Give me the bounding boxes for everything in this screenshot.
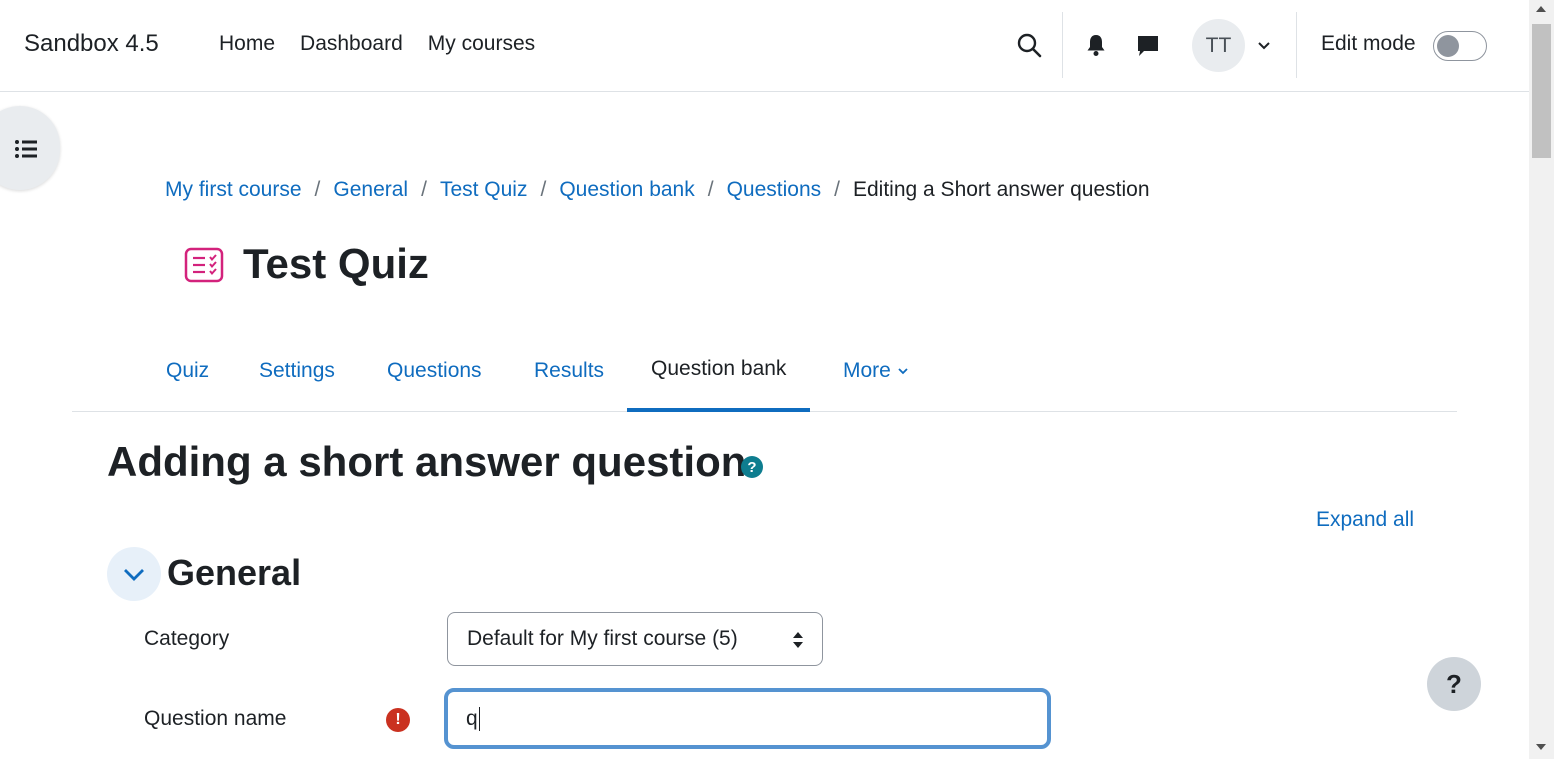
chevron-down-icon[interactable] xyxy=(1256,38,1272,54)
question-name-label: Question name xyxy=(144,707,287,730)
scroll-up-arrow[interactable] xyxy=(1536,6,1546,12)
tab-label: Results xyxy=(534,359,605,382)
breadcrumb-my-first-course[interactable]: My first course xyxy=(165,178,302,202)
category-label: Category xyxy=(144,627,230,650)
breadcrumb-separator: / xyxy=(421,178,427,201)
tab-results[interactable]: Results xyxy=(510,330,628,412)
list-icon xyxy=(15,140,37,158)
secondary-navigation: Quiz Settings Questions Results Question… xyxy=(72,330,1457,412)
breadcrumb: My first course / General / Test Quiz / … xyxy=(165,178,1150,202)
floating-help-button[interactable]: ? xyxy=(1427,657,1481,711)
required-icon: ! xyxy=(386,708,410,732)
page-title: Test Quiz xyxy=(243,240,429,287)
tab-question-bank[interactable]: Question bank xyxy=(627,330,811,412)
page-scrollbar[interactable] xyxy=(1529,0,1554,759)
nav-home-link[interactable]: Home xyxy=(219,32,275,56)
question-name-input[interactable]: q xyxy=(444,688,1051,749)
site-brand[interactable]: Sandbox 4.5 xyxy=(24,30,159,58)
user-avatar[interactable]: TT xyxy=(1192,19,1245,72)
tab-label: Quiz xyxy=(166,359,210,382)
navbar-divider xyxy=(1062,12,1063,78)
course-index-toggle[interactable] xyxy=(0,106,60,190)
chevron-down-icon xyxy=(898,368,908,375)
tab-more[interactable]: More xyxy=(819,330,933,412)
tab-settings[interactable]: Settings xyxy=(235,330,359,412)
message-icon[interactable] xyxy=(1136,34,1160,58)
breadcrumb-current: Editing a Short answer question xyxy=(853,178,1150,201)
help-icon[interactable]: ? xyxy=(741,456,763,478)
tab-label: More xyxy=(843,359,891,382)
top-navbar: Sandbox 4.5 Home Dashboard My courses TT… xyxy=(0,0,1529,92)
text-caret xyxy=(478,706,480,731)
toggle-knob xyxy=(1437,35,1459,57)
breadcrumb-separator: / xyxy=(707,178,714,201)
nav-dashboard-link[interactable]: Dashboard xyxy=(300,32,403,56)
tab-quiz[interactable]: Quiz xyxy=(142,330,233,412)
scroll-thumb[interactable] xyxy=(1532,24,1551,158)
tab-label: Questions xyxy=(387,359,482,382)
nav-my-courses-link[interactable]: My courses xyxy=(428,32,535,56)
breadcrumb-separator: / xyxy=(834,178,840,201)
breadcrumb-separator: / xyxy=(540,178,547,201)
category-select[interactable]: Default for My first course (5) xyxy=(447,612,823,666)
question-name-value: q xyxy=(466,706,478,730)
scroll-down-arrow[interactable] xyxy=(1536,744,1546,750)
category-value: Default for My first course (5) xyxy=(467,627,738,650)
breadcrumb-questions[interactable]: Questions xyxy=(727,178,822,202)
breadcrumb-test-quiz[interactable]: Test Quiz xyxy=(440,178,528,202)
expand-all-link[interactable]: Expand all xyxy=(1316,508,1414,532)
tab-label: Question bank xyxy=(651,357,787,380)
tab-label: Settings xyxy=(259,359,335,382)
tab-questions[interactable]: Questions xyxy=(363,330,506,412)
edit-mode-toggle[interactable] xyxy=(1433,31,1487,61)
chevron-down-icon xyxy=(124,569,144,581)
edit-mode-label: Edit mode xyxy=(1321,32,1416,55)
collapse-section-button[interactable] xyxy=(107,547,161,601)
search-icon[interactable] xyxy=(1016,32,1042,58)
primary-navigation: Home Dashboard My courses xyxy=(219,32,560,56)
quiz-icon xyxy=(184,247,224,283)
navbar-divider xyxy=(1296,12,1297,78)
breadcrumb-general[interactable]: General xyxy=(333,178,408,202)
breadcrumb-question-bank[interactable]: Question bank xyxy=(559,178,694,202)
breadcrumb-separator: / xyxy=(314,178,321,201)
select-arrows-icon xyxy=(793,632,803,648)
section-title: General xyxy=(167,552,302,593)
bell-icon[interactable] xyxy=(1085,33,1107,57)
form-heading: Adding a short answer question xyxy=(107,438,747,485)
